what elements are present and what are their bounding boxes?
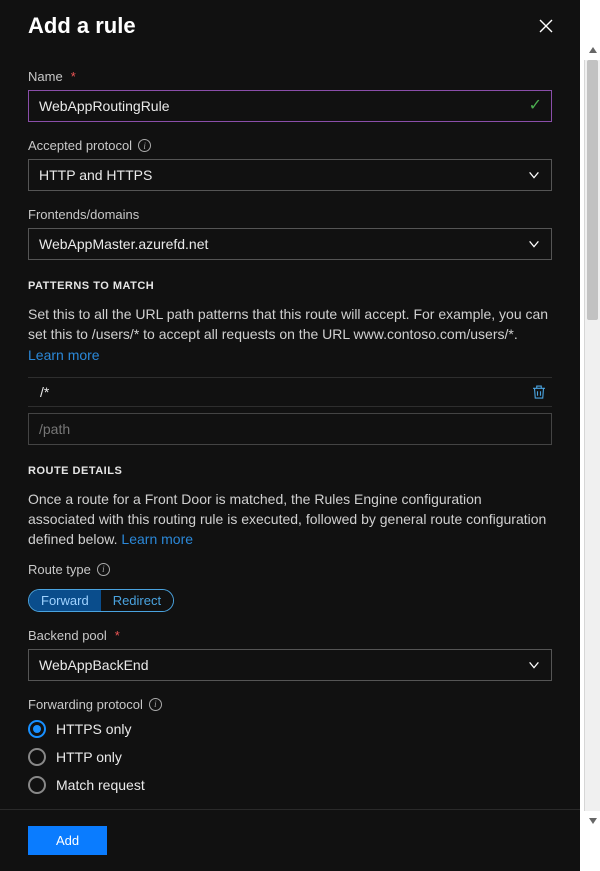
pattern-input[interactable] — [28, 413, 552, 445]
frontends-value: WebAppMaster.azurefd.net — [39, 236, 208, 252]
info-icon[interactable]: i — [138, 139, 151, 152]
patterns-heading: PATTERNS TO MATCH — [28, 280, 552, 292]
backend-pool-field: Backend pool * WebAppBackEnd — [28, 628, 552, 681]
info-icon[interactable]: i — [149, 698, 162, 711]
pattern-value: /* — [32, 384, 520, 400]
required-asterisk: * — [71, 69, 76, 84]
route-type-label: Route type — [28, 562, 91, 577]
accepted-protocol-label: Accepted protocol — [28, 138, 132, 153]
radio-icon — [28, 776, 46, 794]
route-details-learn-more-link[interactable]: Learn more — [121, 531, 193, 547]
pattern-row: /* — [28, 377, 552, 407]
forwarding-protocol-https-only[interactable]: HTTPS only — [28, 720, 552, 738]
route-details-description: Once a route for a Front Door is matched… — [28, 489, 552, 550]
blade-footer: Add — [0, 809, 580, 871]
route-type-forward[interactable]: Forward — [29, 590, 101, 611]
forwarding-protocol-field: Forwarding protocol i HTTPS only HTTP on… — [28, 697, 552, 794]
forwarding-protocol-http-only[interactable]: HTTP only — [28, 748, 552, 766]
chevron-down-icon — [527, 658, 541, 672]
frontends-select[interactable]: WebAppMaster.azurefd.net — [28, 228, 552, 260]
name-field: Name * ✓ — [28, 69, 552, 122]
route-details-heading: ROUTE DETAILS — [28, 465, 552, 477]
add-rule-blade: Add a rule Name * ✓ Accepted prot — [0, 0, 580, 871]
close-button[interactable] — [532, 12, 560, 40]
radio-icon — [28, 720, 46, 738]
frontends-label: Frontends/domains — [28, 207, 139, 222]
delete-pattern-button[interactable] — [530, 383, 548, 401]
name-label: Name — [28, 69, 63, 84]
forwarding-protocol-match-request[interactable]: Match request — [28, 776, 552, 794]
route-type-redirect[interactable]: Redirect — [101, 590, 173, 611]
accepted-protocol-field: Accepted protocol i HTTP and HTTPS — [28, 138, 552, 191]
patterns-learn-more-link[interactable]: Learn more — [28, 347, 100, 363]
frontends-field: Frontends/domains WebAppMaster.azurefd.n… — [28, 207, 552, 260]
route-type-toggle: Forward Redirect — [28, 589, 174, 612]
page-scrollbar[interactable] — [584, 60, 600, 811]
accepted-protocol-value: HTTP and HTTPS — [39, 167, 152, 183]
route-type-field: Route type i Forward Redirect — [28, 562, 552, 612]
accepted-protocol-select[interactable]: HTTP and HTTPS — [28, 159, 552, 191]
patterns-description: Set this to all the URL path patterns th… — [28, 304, 552, 365]
chevron-down-icon — [527, 168, 541, 182]
scrollbar-thumb[interactable] — [587, 60, 598, 320]
radio-icon — [28, 748, 46, 766]
scroll-down-icon — [589, 818, 597, 824]
name-input[interactable] — [28, 90, 552, 122]
backend-pool-select[interactable]: WebAppBackEnd — [28, 649, 552, 681]
backend-pool-label: Backend pool — [28, 628, 107, 643]
close-icon — [538, 18, 554, 34]
backend-pool-value: WebAppBackEnd — [39, 657, 148, 673]
trash-icon — [530, 383, 548, 401]
required-asterisk: * — [115, 628, 120, 643]
validation-check-icon: ✓ — [529, 95, 542, 115]
info-icon[interactable]: i — [97, 563, 110, 576]
chevron-down-icon — [527, 237, 541, 251]
blade-title: Add a rule — [28, 13, 136, 39]
scroll-up-icon — [589, 47, 597, 53]
forwarding-protocol-label: Forwarding protocol — [28, 697, 143, 712]
add-button[interactable]: Add — [28, 826, 107, 855]
